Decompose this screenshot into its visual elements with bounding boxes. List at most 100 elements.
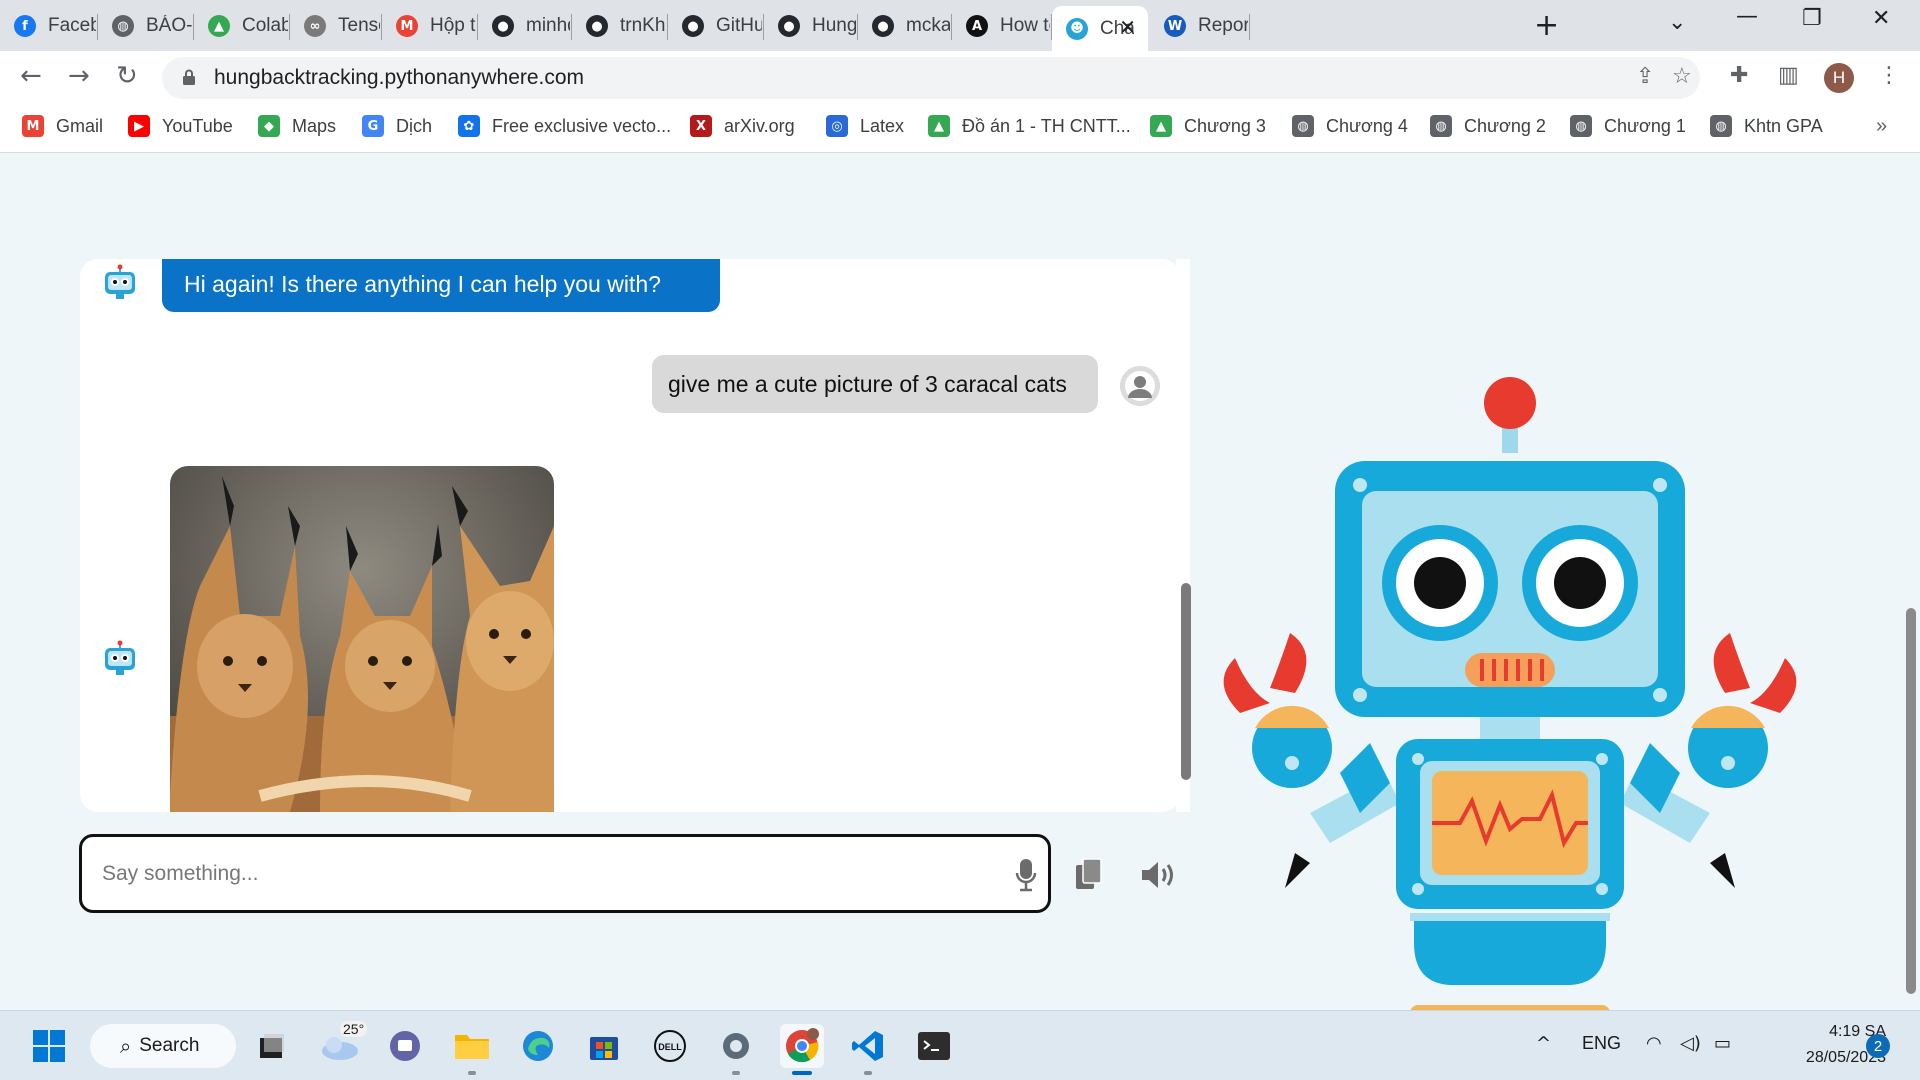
bookmark-item[interactable]: ▲ Chương 3	[1150, 115, 1266, 137]
restore-icon[interactable]: ❐	[1802, 6, 1822, 31]
bookmark-item[interactable]: ◍ Khtn GPA	[1710, 115, 1823, 137]
profile-avatar[interactable]: H	[1824, 63, 1854, 93]
browser-tab[interactable]: ▲ Colab	[194, 6, 288, 46]
notification-count-badge[interactable]: 2	[1866, 1034, 1890, 1058]
tab-title: HungB	[812, 15, 856, 36]
side-panel-icon[interactable]: ▥	[1778, 63, 1799, 88]
browser-tab[interactable]: W Report	[1150, 6, 1248, 46]
bookmark-label: Latex	[860, 115, 905, 136]
running-indicator	[864, 1071, 872, 1075]
close-window-icon[interactable]: ✕	[1872, 6, 1890, 31]
bookmark-item[interactable]: M Gmail	[22, 115, 103, 137]
settings-gear-icon[interactable]	[714, 1024, 758, 1068]
chat-input-container	[79, 834, 1051, 913]
bookmark-item[interactable]: ◍ Chương 1	[1570, 115, 1686, 137]
svg-text:DELL: DELL	[658, 1042, 682, 1052]
browser-tab[interactable]: ● HungB	[764, 6, 856, 46]
microphone-icon[interactable]	[1014, 857, 1038, 893]
bookmark-item[interactable]: ◎ Latex	[826, 115, 904, 137]
teams-chat-icon[interactable]	[383, 1024, 427, 1068]
browser-tab[interactable]: f Facebo	[0, 6, 96, 46]
new-tab-button[interactable]: +	[1534, 8, 1559, 43]
browser-tab[interactable]: M Hộp th	[382, 6, 476, 46]
freepik-icon: ✿	[458, 115, 480, 137]
running-indicator	[732, 1071, 740, 1075]
browser-tab[interactable]: ● mckay	[858, 6, 950, 46]
bookmark-label: Chương 3	[1184, 115, 1266, 136]
chatbot-page: Hi again! Is there anything I can help y…	[0, 153, 1920, 1077]
bookmark-item[interactable]: ▶ YouTube	[128, 115, 233, 137]
task-view-icon[interactable]	[250, 1024, 294, 1068]
chat-scrollbar-thumb[interactable]	[1181, 583, 1191, 780]
robot-mascot-illustration	[1223, 377, 1797, 1077]
bookmark-item[interactable]: XarXiv.org	[690, 115, 795, 137]
ai-icon: A	[966, 15, 988, 37]
browser-tab[interactable]: ☻ Cha ✕	[1052, 6, 1148, 51]
url-text[interactable]: hungbacktracking.pythonanywhere.com	[214, 66, 584, 90]
bookmark-item[interactable]: ▲ Đồ án 1 - TH CNTT...	[928, 115, 1131, 137]
minimize-icon[interactable]: —	[1736, 4, 1758, 29]
gmail-icon: M	[396, 15, 418, 37]
translate-icon: G	[362, 115, 384, 137]
vscode-icon[interactable]	[846, 1024, 890, 1068]
globe-icon: ◍	[1710, 115, 1732, 137]
battery-charging-icon[interactable]: ▭	[1714, 1033, 1731, 1054]
taskbar-search-box[interactable]: ⌕ Search	[90, 1024, 236, 1068]
more-bookmarks-chevron-icon[interactable]: »	[1876, 115, 1887, 138]
browser-tab[interactable]: A How to	[952, 6, 1050, 46]
chrome-browser-icon[interactable]	[780, 1024, 824, 1068]
bookmarks-bar: M Gmail ▶ YouTube ◆ Maps G Dịch ✿ Free exclusive …	[0, 105, 1920, 153]
chat-message-input[interactable]	[102, 855, 982, 893]
terminal-icon[interactable]	[912, 1024, 956, 1068]
bookmark-item[interactable]: ◍ Chương 2	[1430, 115, 1546, 137]
reload-icon[interactable]: ↻	[116, 61, 138, 91]
page-scrollbar-thumb[interactable]	[1906, 608, 1916, 994]
github-icon: ●	[778, 15, 800, 37]
bookmark-item[interactable]: ◍ Chương 4	[1292, 115, 1408, 137]
wifi-icon[interactable]: ◠	[1646, 1033, 1662, 1054]
copy-icon[interactable]	[1074, 857, 1104, 891]
bookmark-label: Chương 4	[1326, 115, 1408, 136]
taskbar-search-label: Search	[139, 1035, 200, 1056]
bookmark-item[interactable]: ◆ Maps	[258, 115, 336, 137]
close-tab-icon[interactable]: ✕	[1119, 15, 1136, 39]
forward-arrow-icon[interactable]: →	[68, 61, 90, 91]
lock-icon[interactable]	[182, 68, 196, 86]
file-explorer-icon[interactable]	[450, 1024, 494, 1068]
show-hidden-icons-chevron-icon[interactable]: ^	[1536, 1033, 1551, 1054]
youtube-icon: ▶	[128, 115, 150, 137]
bookmark-star-icon[interactable]: ☆	[1672, 64, 1692, 89]
bookmark-item[interactable]: G Dịch	[362, 115, 432, 137]
browser-tab[interactable]: ● GitHub	[668, 6, 762, 46]
profile-initial: H	[1832, 68, 1846, 87]
bot-avatar-icon	[105, 264, 135, 299]
tab-strip: fFacebo◍BÁO-C▲Colab∞TensorMHộp th●minhq●…	[0, 0, 1920, 51]
dell-app-icon[interactable]: DELL	[648, 1024, 692, 1068]
bookmark-item[interactable]: ✿ Free exclusive vecto...	[458, 115, 671, 137]
extensions-puzzle-icon[interactable]: ✚	[1730, 63, 1748, 88]
browser-tab[interactable]: ∞ Tensor	[290, 6, 380, 46]
running-indicator	[468, 1071, 476, 1075]
back-arrow-icon[interactable]: ←	[20, 61, 42, 91]
address-bar[interactable]: hungbacktracking.pythonanywhere.com ⇪ ☆	[162, 57, 1700, 99]
edge-browser-icon[interactable]	[516, 1024, 560, 1068]
browser-toolbar: ← → ↻ hungbacktracking.pythonanywhere.co…	[0, 51, 1920, 105]
browser-tab[interactable]: ● trnKha	[572, 6, 666, 46]
browser-tab[interactable]: ● minhq	[478, 6, 570, 46]
start-windows-icon[interactable]	[27, 1024, 71, 1068]
chatbot-icon: ☻	[1066, 17, 1088, 40]
bookmark-label: Free exclusive vecto...	[492, 115, 672, 136]
share-icon[interactable]: ⇪	[1636, 64, 1654, 89]
tab-title: trnKha	[620, 15, 666, 36]
microsoft-store-icon[interactable]	[582, 1024, 626, 1068]
tab-title: minhq	[526, 15, 570, 36]
chat-history-panel[interactable]: Hi again! Is there anything I can help y…	[80, 259, 1180, 812]
browser-tab[interactable]: ◍ BÁO-C	[98, 6, 192, 46]
globe-icon: ◍	[112, 15, 134, 37]
volume-icon[interactable]: ◁)	[1680, 1033, 1701, 1054]
input-language[interactable]: ENG	[1582, 1033, 1621, 1054]
speaker-volume-icon[interactable]	[1140, 859, 1180, 891]
tab-search-chevron-icon[interactable]: ⌄	[1668, 10, 1686, 35]
active-indicator	[792, 1071, 812, 1075]
menu-kebab-icon[interactable]: ⋮	[1878, 63, 1900, 88]
